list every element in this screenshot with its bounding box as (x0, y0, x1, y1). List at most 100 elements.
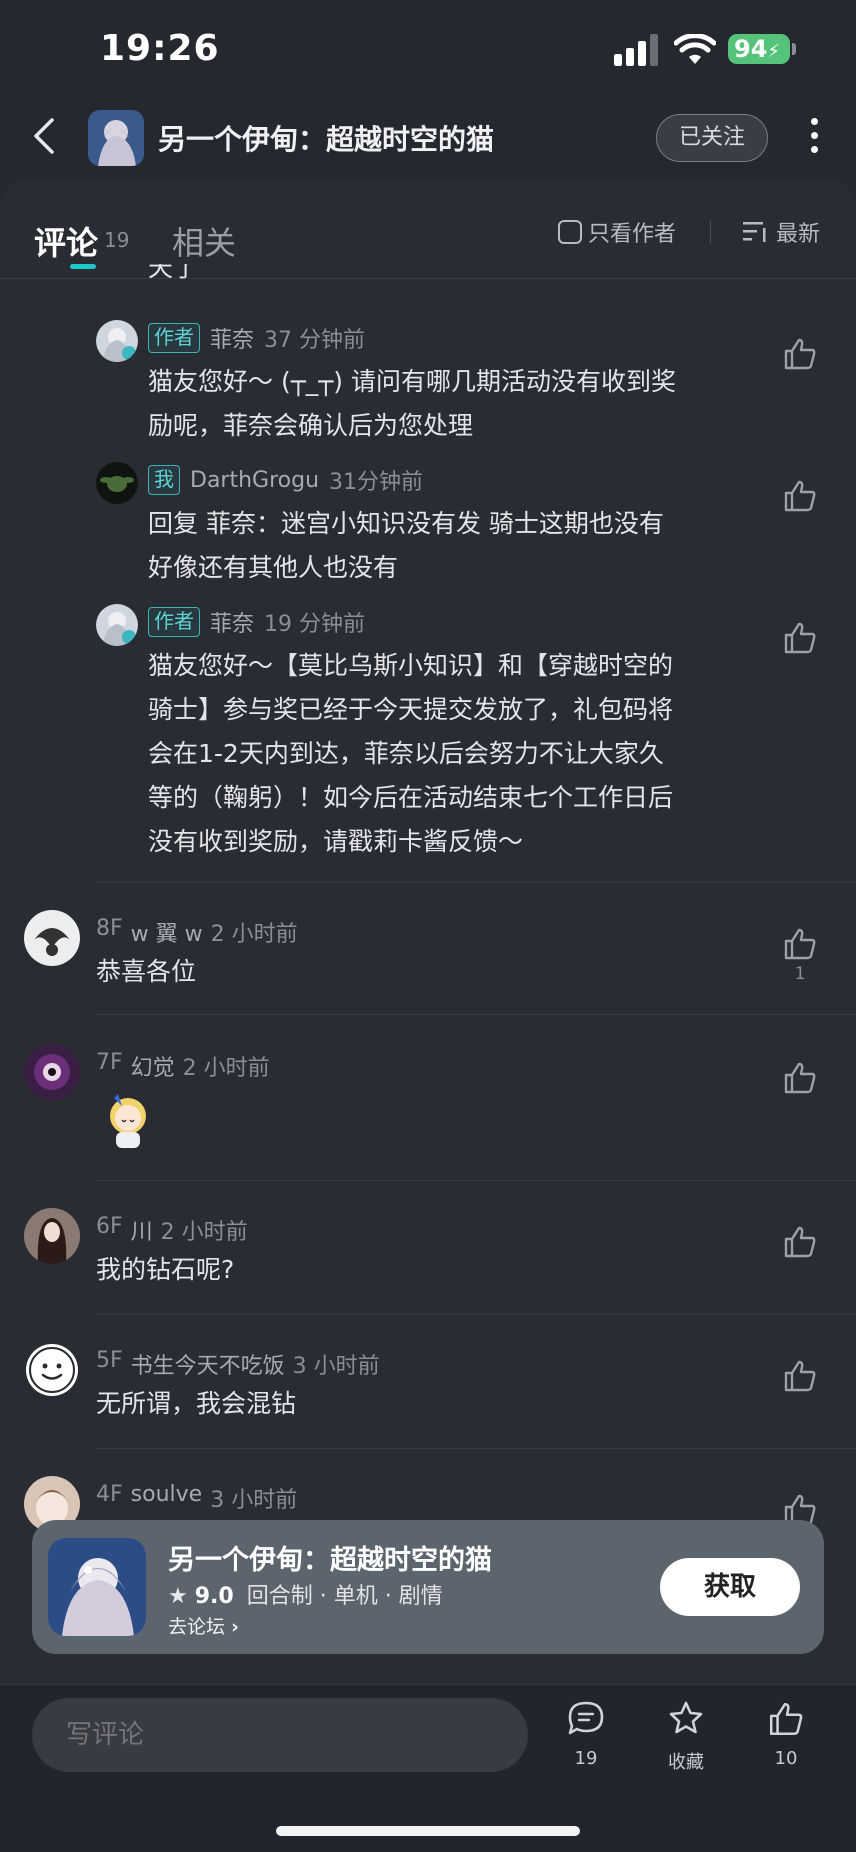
reply-line: 好像还有其他人也没有 (148, 553, 399, 582)
forum-link[interactable]: 去论坛 › (168, 1612, 239, 1639)
like-icon[interactable] (782, 1358, 818, 1394)
get-button[interactable]: 获取 (660, 1558, 800, 1616)
comment-count: 19 (574, 1748, 598, 1769)
comment-time: 2 小时前 (210, 922, 298, 947)
reply-meta: 作者 菲奈 37 分钟前 (148, 322, 365, 354)
more-options-icon[interactable] (808, 118, 820, 158)
game-icon[interactable] (88, 110, 144, 166)
favorite-button[interactable]: 收藏 (646, 1700, 726, 1774)
comment-author[interactable]: soulve (131, 1482, 203, 1514)
like-icon[interactable] (782, 336, 818, 372)
comment-time: 3 小时前 (292, 1354, 380, 1379)
reply-time: 37 分钟前 (264, 328, 366, 353)
write-comment-input[interactable] (32, 1698, 528, 1772)
only-author-toggle[interactable]: 只看作者 (558, 216, 676, 248)
wifi-icon (674, 34, 716, 64)
me-badge: 我 (148, 465, 180, 495)
author-badge: 作者 (148, 607, 200, 637)
like-count: 1 (794, 964, 806, 984)
chevron-right-icon: › (231, 1616, 239, 1638)
sort-icon (743, 222, 766, 242)
sort-newest-button[interactable]: 最新 (742, 216, 820, 248)
divider (96, 1448, 856, 1449)
avatar[interactable] (96, 462, 138, 504)
comment-author[interactable]: 川 (131, 1214, 153, 1246)
like-post-button[interactable]: 10 (746, 1700, 826, 1769)
like-icon[interactable] (782, 926, 818, 962)
battery-indicator: 94⚡ (728, 34, 790, 64)
comment-time: 2 小时前 (160, 1220, 248, 1245)
truncated-comment-text: 天了 (148, 264, 198, 290)
like-icon[interactable] (782, 620, 818, 656)
reply-author[interactable]: 菲奈 (210, 606, 254, 638)
card-game-meta: ★ 9.0 回合制 · 单机 · 剧情 (168, 1578, 443, 1610)
cellular-signal-icon (614, 34, 660, 66)
comment-text: 无所谓，我会混钻 (96, 1389, 297, 1418)
reply-line: 等的（鞠躬）！如今后在活动结束七个工作日后 (148, 783, 674, 812)
battery-tip (792, 43, 796, 55)
tab-bar-divider (0, 278, 856, 279)
reply-item (96, 604, 138, 646)
reply-text: 猫友您好～【莫比乌斯小知识】和【穿越时空的 骑士】参与奖已经于今天提交发放了，礼… (148, 644, 673, 864)
comment-meta: 7F 幻觉 2 小时前 (96, 1050, 270, 1082)
sort-label: 最新 (776, 222, 821, 247)
divider (96, 882, 856, 883)
favorite-label: 收藏 (668, 1752, 704, 1773)
reply-author[interactable]: 菲奈 (210, 322, 254, 354)
checkbox-icon[interactable] (558, 220, 582, 244)
floor-number: 5F (96, 1348, 123, 1373)
like-icon[interactable] (782, 478, 818, 514)
author-badge: 作者 (148, 323, 200, 353)
game-logo[interactable] (48, 1538, 146, 1636)
comment-time: 3 小时前 (210, 1488, 298, 1513)
reply-line: 会在1-2天内到达，菲奈以后会努力不让大家久 (148, 739, 664, 768)
comment-author[interactable]: 幻觉 (131, 1050, 175, 1082)
floor-number: 7F (96, 1050, 123, 1075)
page-title: 另一个伊甸：超越时空的猫 (158, 123, 495, 156)
tab-comments[interactable]: 评论 (34, 218, 98, 264)
sticker-image (110, 1094, 146, 1148)
comments-button[interactable]: 19 (546, 1700, 626, 1769)
follow-button[interactable]: 已关注 (656, 114, 768, 162)
reply-text: 猫友您好～ (┬_┬) 请问有哪几期活动没有收到奖 励呢，菲奈会确认后为您处理 (148, 360, 676, 448)
only-author-label: 只看作者 (588, 222, 677, 247)
reply-meta: 作者 菲奈 19 分钟前 (148, 606, 365, 638)
like-icon[interactable] (782, 1060, 818, 1096)
comment-meta: 8F w 翼 w 2 小时前 (96, 916, 298, 948)
reply-item (96, 320, 138, 362)
comment-bubble-icon (568, 1701, 604, 1735)
reply-line: 猫友您好～ (┬_┬) 请问有哪几期活动没有收到奖 (148, 367, 677, 396)
comment-text: 我的钻石呢? (96, 1255, 235, 1284)
star-outline-icon (669, 1701, 703, 1734)
avatar[interactable] (24, 1044, 80, 1100)
avatar[interactable] (96, 604, 138, 646)
reply-author[interactable]: DarthGrogu (190, 468, 319, 493)
comment-time: 2 小时前 (182, 1056, 270, 1081)
divider (96, 1180, 856, 1181)
reply-line: 回复 菲奈：迷宫小知识没有发 骑士这期也没有 (148, 509, 664, 538)
reply-item (96, 462, 138, 504)
avatar[interactable] (24, 910, 80, 966)
like-count: 10 (774, 1748, 798, 1769)
reply-line: 励呢，菲奈会确认后为您处理 (148, 411, 474, 440)
comment-author[interactable]: 书生今天不吃饭 (131, 1348, 285, 1380)
comment-meta: 6F 川 2 小时前 (96, 1214, 248, 1246)
comment-author[interactable]: w 翼 w (131, 916, 203, 948)
divider (96, 1314, 856, 1315)
avatar[interactable] (96, 320, 138, 362)
floor-number: 6F (96, 1214, 123, 1239)
comment-meta: 4F soulve 3 小时前 (96, 1482, 297, 1514)
reply-line: 骑士】参与奖已经于今天提交发放了，礼包码将 (148, 695, 674, 724)
avatar[interactable] (24, 1208, 80, 1264)
home-indicator[interactable] (276, 1826, 580, 1836)
thumbs-up-icon (769, 1702, 803, 1736)
reply-text: 回复 菲奈：迷宫小知识没有发 骑士这期也没有 好像还有其他人也没有 (148, 502, 664, 590)
reply-time: 19 分钟前 (264, 612, 366, 637)
floor-number: 4F (96, 1482, 123, 1507)
card-game-title: 另一个伊甸：超越时空的猫 (168, 1545, 492, 1576)
like-icon[interactable] (782, 1224, 818, 1260)
tab-related[interactable]: 相关 (172, 218, 236, 264)
avatar[interactable] (24, 1342, 80, 1398)
back-arrow-icon[interactable] (28, 116, 62, 156)
reply-meta: 我 DarthGrogu 31分钟前 (148, 464, 423, 496)
